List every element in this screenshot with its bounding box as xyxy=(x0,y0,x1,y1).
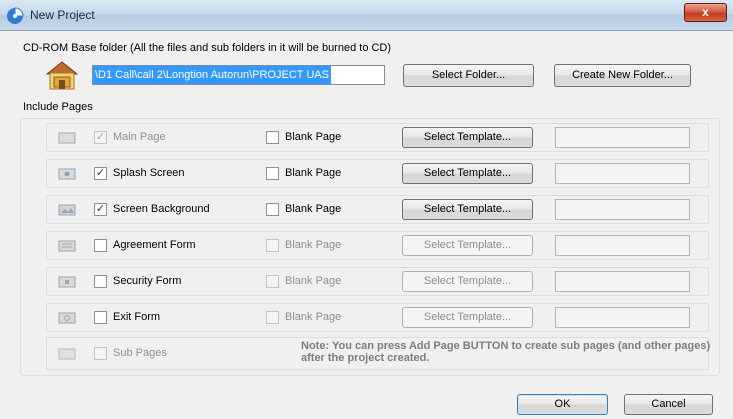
agreement-form-label: Agreement Form xyxy=(113,239,196,251)
security-template-field[interactable] xyxy=(555,271,690,292)
main-page-checkbox[interactable]: ✓ xyxy=(94,131,107,144)
main-page-label: Main Page xyxy=(113,131,166,143)
security-form-checkbox[interactable] xyxy=(94,275,107,288)
main-blank-checkbox[interactable] xyxy=(266,131,279,144)
house-folder-icon xyxy=(45,61,79,90)
page-row-agreement: Agreement Form Blank Page Select Templat… xyxy=(46,231,709,260)
exit-form-icon xyxy=(58,312,76,324)
sub-pages-note: Note: You can press Add Page BUTTON to c… xyxy=(301,340,711,364)
background-select-template-button[interactable]: Select Template... xyxy=(402,199,533,220)
close-button[interactable]: x xyxy=(684,3,727,22)
security-form-label: Security Form xyxy=(113,275,182,287)
background-blank-label: Blank Page xyxy=(285,203,342,215)
sub-pages-label: Sub Pages xyxy=(113,347,167,359)
page-row-background: ✓ Screen Background Blank Page Select Te… xyxy=(46,195,709,224)
splash-template-field[interactable] xyxy=(555,163,690,184)
base-folder-label: CD-ROM Base folder (All the files and su… xyxy=(23,42,392,54)
security-blank-checkbox[interactable] xyxy=(266,275,279,288)
exit-blank-label: Blank Page xyxy=(285,311,342,323)
agreement-blank-label: Blank Page xyxy=(285,239,342,251)
main-select-template-button[interactable]: Select Template... xyxy=(402,127,533,148)
page-row-main: ✓ Main Page Blank Page Select Template..… xyxy=(46,123,709,152)
security-select-template-button[interactable]: Select Template... xyxy=(402,271,533,292)
screen-background-icon xyxy=(58,204,76,216)
background-template-field[interactable] xyxy=(555,199,690,220)
include-pages-label: Include Pages xyxy=(23,101,96,113)
window-title: New Project xyxy=(30,8,95,22)
security-form-icon xyxy=(58,276,76,288)
cancel-button[interactable]: Cancel xyxy=(624,394,713,415)
screen-background-checkbox[interactable]: ✓ xyxy=(94,203,107,216)
splash-screen-icon xyxy=(58,168,76,180)
page-row-sub-pages: Sub Pages Note: You can press Add Page B… xyxy=(46,337,710,370)
exit-form-checkbox[interactable] xyxy=(94,311,107,324)
page-row-exit: Exit Form Blank Page Select Template... xyxy=(46,303,709,332)
agreement-select-template-button[interactable]: Select Template... xyxy=(402,235,533,256)
folder-path-input[interactable]: \D1 Call\call 2\Longtion Autorun\PROJECT… xyxy=(92,65,385,85)
exit-select-template-button[interactable]: Select Template... xyxy=(402,307,533,328)
create-new-folder-button[interactable]: Create New Folder... xyxy=(554,64,691,87)
splash-select-template-button[interactable]: Select Template... xyxy=(402,163,533,184)
main-blank-label: Blank Page xyxy=(285,131,342,143)
ok-button[interactable]: OK xyxy=(517,394,608,415)
main-template-field[interactable] xyxy=(555,127,690,148)
splash-screen-checkbox[interactable]: ✓ xyxy=(94,167,107,180)
screen-background-label: Screen Background xyxy=(113,203,210,215)
folder-path-value: \D1 Call\call 2\Longtion Autorun\PROJECT… xyxy=(93,66,331,84)
exit-form-label: Exit Form xyxy=(113,311,161,323)
splash-screen-label: Splash Screen xyxy=(113,167,185,179)
select-folder-button[interactable]: Select Folder... xyxy=(403,64,534,87)
splash-blank-checkbox[interactable] xyxy=(266,167,279,180)
exit-template-field[interactable] xyxy=(555,307,690,328)
page-row-security: Security Form Blank Page Select Template… xyxy=(46,267,709,296)
title-bar: New Project x xyxy=(0,0,733,31)
agreement-form-checkbox[interactable] xyxy=(94,239,107,252)
agreement-template-field[interactable] xyxy=(555,235,690,256)
sub-pages-icon xyxy=(58,348,76,360)
security-blank-label: Blank Page xyxy=(285,275,342,287)
exit-blank-checkbox[interactable] xyxy=(266,311,279,324)
agreement-blank-checkbox[interactable] xyxy=(266,239,279,252)
splash-blank-label: Blank Page xyxy=(285,167,342,179)
app-icon xyxy=(7,7,24,24)
agreement-form-icon xyxy=(58,240,76,252)
page-row-splash: ✓ Splash Screen Blank Page Select Templa… xyxy=(46,159,709,188)
main-page-icon xyxy=(58,132,76,144)
background-blank-checkbox[interactable] xyxy=(266,203,279,216)
sub-pages-checkbox[interactable] xyxy=(94,347,107,360)
